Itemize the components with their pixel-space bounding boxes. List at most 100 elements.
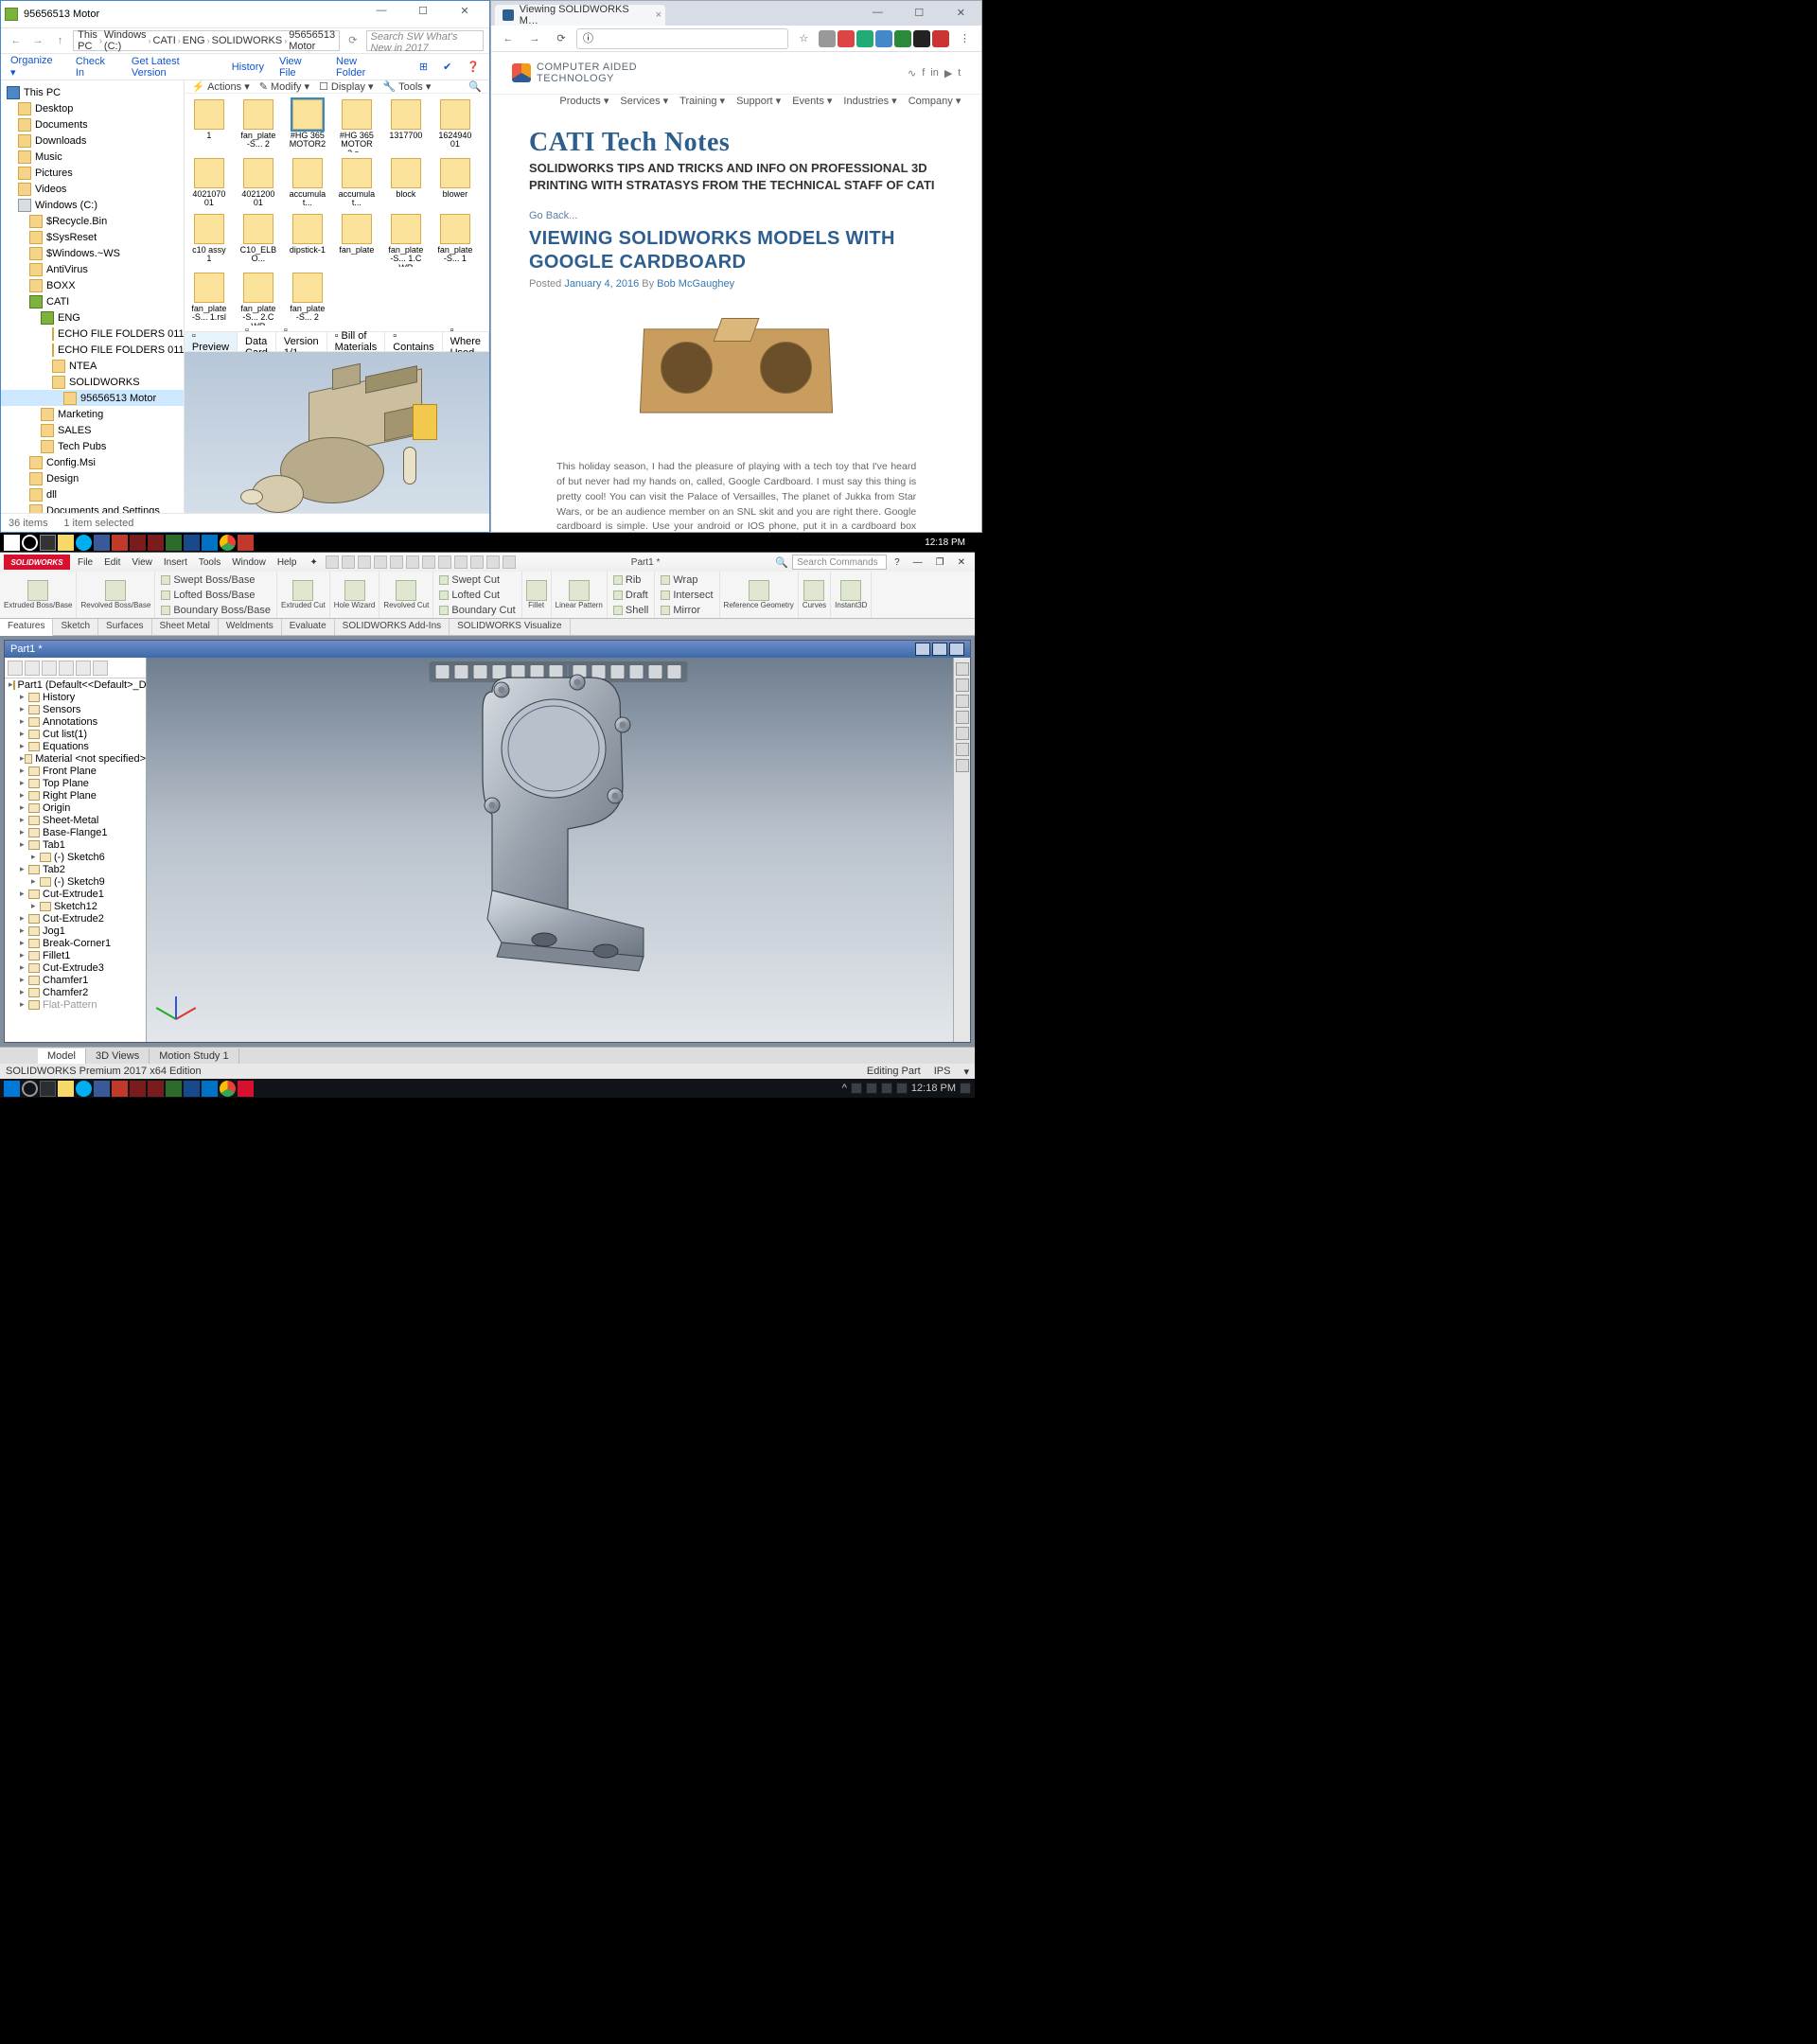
tree-node[interactable]: SOLIDWORKS xyxy=(1,374,184,390)
site-menu[interactable]: Products ▾Services ▾Training ▾Support ▾E… xyxy=(491,95,981,115)
tree-node[interactable]: SALES xyxy=(1,422,184,438)
toolbar-button[interactable]: Get Latest Version xyxy=(132,56,217,79)
feature-node[interactable]: ▸Top Plane xyxy=(5,777,146,789)
task-pane[interactable] xyxy=(953,658,970,1042)
view-tab[interactable]: Model xyxy=(38,1048,86,1064)
feature-node[interactable]: ▸Base-Flange1 xyxy=(5,826,146,838)
start-button[interactable] xyxy=(4,535,20,551)
feature-node[interactable]: ▸Jog1 xyxy=(5,925,146,937)
ribbon-button[interactable]: Instant3D xyxy=(831,572,872,618)
app-icon[interactable] xyxy=(130,535,146,551)
command-search[interactable]: Search Commands xyxy=(792,555,887,570)
tree-node[interactable]: BOXX xyxy=(1,277,184,293)
menu-item[interactable]: Services ▾ xyxy=(620,95,668,107)
cortana-icon[interactable] xyxy=(22,535,38,551)
feature-node[interactable]: ▸Annotations xyxy=(5,715,146,728)
feature-node[interactable]: ▸Cut-Extrude1 xyxy=(5,888,146,900)
explorer-icon[interactable] xyxy=(58,535,74,551)
ribbon-button[interactable]: Mirror xyxy=(661,605,713,616)
article-author[interactable]: Bob McGaughey xyxy=(657,278,734,290)
command-tab[interactable]: Sheet Metal xyxy=(152,619,219,635)
tree-node[interactable]: Videos xyxy=(1,181,184,197)
tree-node[interactable]: $Recycle.Bin xyxy=(1,213,184,229)
close-tab-icon[interactable]: × xyxy=(656,9,662,21)
close-button[interactable]: ✕ xyxy=(444,5,485,24)
app-icon[interactable] xyxy=(94,535,110,551)
file-item[interactable]: fan_plate-S... 1.CWR xyxy=(387,214,425,267)
tree-node[interactable]: Tech Pubs xyxy=(1,438,184,454)
file-item[interactable]: fan_plate-S... 2 xyxy=(239,99,277,152)
help-button[interactable]: ? xyxy=(889,557,906,568)
forward-button[interactable]: → xyxy=(523,27,546,50)
task-view-icon[interactable] xyxy=(40,1081,56,1097)
feature-node[interactable]: ▸Chamfer2 xyxy=(5,986,146,998)
tree-node[interactable]: Design xyxy=(1,470,184,486)
toolbar-button[interactable]: Organize ▾ xyxy=(10,55,61,79)
menu-item[interactable]: Help xyxy=(272,557,303,568)
toolbar-button[interactable]: History xyxy=(232,62,264,73)
tree-node[interactable]: Downloads xyxy=(1,132,184,149)
feature-node[interactable]: ▸Tab1 xyxy=(5,838,146,851)
breadcrumb-segment[interactable]: 95656513 Motor xyxy=(289,29,335,52)
command-tab[interactable]: SOLIDWORKS Add-Ins xyxy=(335,619,450,635)
ribbon-button[interactable]: Revolved Cut xyxy=(379,572,433,618)
tree-node[interactable]: $SysReset xyxy=(1,229,184,245)
tree-node[interactable]: This PC xyxy=(1,84,184,100)
tree-node[interactable]: $Windows.~WS xyxy=(1,245,184,261)
feature-node[interactable]: ▸Front Plane xyxy=(5,765,146,777)
feature-node[interactable]: ▸Chamfer1 xyxy=(5,974,146,986)
tray-clock[interactable]: 12:18 PM xyxy=(911,1083,956,1094)
file-item[interactable]: accumulat... xyxy=(289,158,326,208)
search-input[interactable]: Search SW What's New in 2017 xyxy=(366,30,484,51)
quick-access-toolbar[interactable] xyxy=(326,555,516,569)
pdm-menu[interactable]: ⚡ Actions ▾ xyxy=(192,80,250,93)
file-item[interactable]: 1317700 xyxy=(387,99,425,152)
chrome-icon[interactable] xyxy=(220,535,236,551)
ribbon-button[interactable]: Intersect xyxy=(661,590,713,601)
preview-tabs[interactable]: ▫ Preview▫ Data Card▫ Version 1/1▫ Bill … xyxy=(185,331,489,352)
graphics-view[interactable] xyxy=(147,658,970,1042)
feature-node[interactable]: ▸Equations xyxy=(5,740,146,752)
feature-node[interactable]: ▸Break-Corner1 xyxy=(5,937,146,949)
ribbon-button[interactable]: Lofted Cut xyxy=(439,590,515,601)
file-item[interactable]: blower xyxy=(436,158,474,208)
menu-item[interactable]: Insert xyxy=(158,557,193,568)
view-tab[interactable]: 3D Views xyxy=(86,1048,150,1064)
youtube-icon[interactable]: ▶ xyxy=(944,67,952,79)
tree-node[interactable]: AntiVirus xyxy=(1,261,184,277)
twitter-icon[interactable]: t xyxy=(958,67,961,79)
feature-node[interactable]: ▸History xyxy=(5,691,146,703)
breadcrumb[interactable]: This PC›Windows (C:)›CATI›ENG›SOLIDWORKS… xyxy=(73,30,340,51)
minimize-button[interactable]: — xyxy=(361,5,402,24)
ribbon-button[interactable]: Extruded Boss/Base xyxy=(0,572,77,618)
menu-item[interactable]: Events ▾ xyxy=(792,95,832,107)
maximize-button[interactable]: ☐ xyxy=(898,7,940,26)
feature-node[interactable]: ▸Material <not specified> xyxy=(5,752,146,765)
tree-node[interactable]: Documents and Settings xyxy=(1,502,184,513)
file-item[interactable]: fan_plate-S... 1 xyxy=(436,214,474,267)
linkedin-icon[interactable]: in xyxy=(930,67,939,79)
filter-icon[interactable]: 🔍 xyxy=(468,80,482,93)
command-tab[interactable]: Weldments xyxy=(219,619,282,635)
app-icon[interactable] xyxy=(166,1081,182,1097)
back-button[interactable]: ← xyxy=(497,27,520,50)
feature-node[interactable]: ▸Flat-Pattern xyxy=(5,998,146,1011)
tree-node[interactable]: dll xyxy=(1,486,184,502)
motion-tabs[interactable]: Model3D ViewsMotion Study 1 xyxy=(0,1047,975,1064)
file-item[interactable]: C10_ELBO... xyxy=(239,214,277,267)
back-button[interactable]: ← xyxy=(7,30,25,51)
file-item[interactable]: fan_plate-S... 2.CWR xyxy=(239,273,277,326)
app-icon[interactable] xyxy=(112,535,128,551)
menu-item[interactable]: Company ▾ xyxy=(908,95,961,107)
feature-node[interactable]: ▸Cut-Extrude3 xyxy=(5,961,146,974)
browser-tab[interactable]: Viewing SOLIDWORKS M… × xyxy=(495,5,665,26)
app-icon[interactable] xyxy=(184,1081,200,1097)
feature-manager-tabs[interactable] xyxy=(5,658,146,678)
tree-node[interactable]: Marketing xyxy=(1,406,184,422)
tree-node[interactable]: Documents xyxy=(1,116,184,132)
tree-node[interactable]: Desktop xyxy=(1,100,184,116)
toolbar-icon[interactable]: ✔ xyxy=(443,61,451,73)
menu-item[interactable]: View xyxy=(126,557,158,568)
address-bar[interactable]: ⓘ https://www.cati.com/blog/2016/01/view… xyxy=(576,28,788,49)
feature-node[interactable]: ▸Sketch12 xyxy=(5,900,146,912)
